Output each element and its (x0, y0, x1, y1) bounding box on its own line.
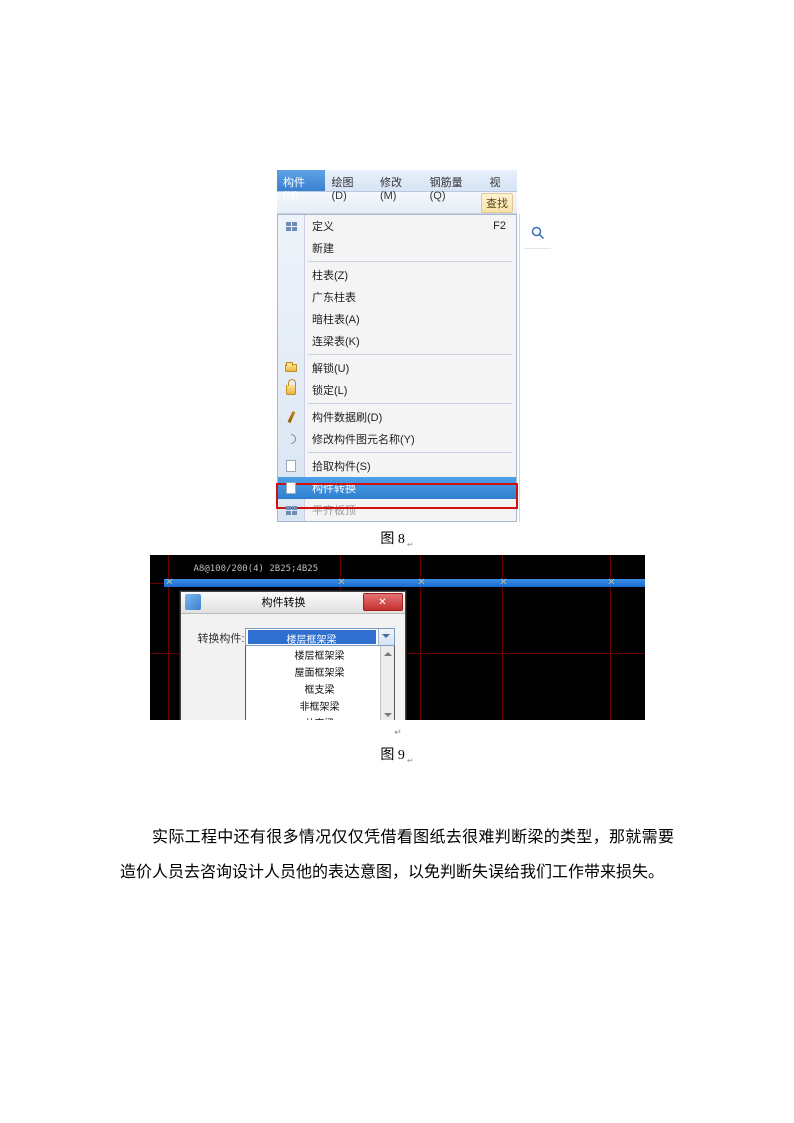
search-icon[interactable] (529, 224, 547, 242)
beam-annotation: A8@100/200(4) 2B25;4B25 (194, 564, 319, 574)
combo-selected: 楼层框架梁 (248, 630, 376, 644)
menu-item-rename[interactable]: 修改构件图元名称(Y) (278, 428, 516, 450)
menu-item-pick[interactable]: 拾取构件(S) (278, 455, 516, 477)
combo-option[interactable]: 屋面框架梁 (246, 663, 394, 680)
menu-item-new[interactable]: 新建 (278, 237, 516, 259)
figure-9-caption: 图 9 (120, 744, 674, 765)
document-icon (278, 482, 304, 494)
body-paragraph: 实际工程中还有很多情况仅仅凭借看图纸去很难判断梁的类型，那就需要造价人员去咨询设… (120, 820, 674, 890)
figure-9-screenshot: A8@100/200(4) 2B25;4B25 × × × × × 构件转换 ✕… (150, 555, 645, 720)
menubar-item-modify[interactable]: 修改(M) (374, 170, 424, 191)
menubar-item-draw[interactable]: 绘图(D) (325, 170, 373, 191)
menu-item-unlock[interactable]: 解锁(U) (278, 357, 516, 379)
menu-separator (308, 452, 512, 453)
beam-element[interactable] (164, 579, 645, 587)
right-sidebar (519, 214, 555, 522)
combo-option[interactable]: 楼层框架梁 (246, 646, 394, 663)
field-label: 转换构件: (191, 628, 245, 646)
document-icon (278, 460, 304, 472)
wrench-icon (278, 434, 304, 444)
grid-icon (278, 222, 304, 231)
menu-separator (308, 354, 512, 355)
toolbar-row: 查找 (277, 192, 517, 214)
menubar-item-component[interactable]: 构件(N) (277, 170, 325, 191)
menu-item-data-brush[interactable]: 构件数据刷(D) (278, 406, 516, 428)
brush-icon (278, 411, 304, 423)
menubar: 构件(N) 绘图(D) 修改(M) 钢筋量(Q) 视图 (277, 170, 517, 192)
dialog-title: 构件转换 (205, 594, 363, 610)
menu-item-align-slab: 平齐板顶 (278, 499, 516, 521)
chevron-down-icon[interactable] (378, 629, 394, 645)
menu-item-define[interactable]: 定义F2 (278, 215, 516, 237)
dialog-titlebar[interactable]: 构件转换 ✕ (181, 592, 405, 614)
folder-icon (278, 364, 304, 372)
menu-separator (308, 261, 512, 262)
combo-option[interactable]: 非框架梁 (246, 697, 394, 714)
figure-8-caption: 图 8 (120, 528, 674, 549)
menu-item-convert[interactable]: 构件转换 (278, 477, 516, 499)
grid-icon (278, 506, 304, 515)
lock-icon (278, 385, 304, 395)
menu-item-coupling-beam-table[interactable]: 连梁表(K) (278, 330, 516, 352)
menu-item-gd-column-table[interactable]: 广东柱表 (278, 286, 516, 308)
menu-separator (308, 403, 512, 404)
menu-item-column-table[interactable]: 柱表(Z) (278, 264, 516, 286)
combo-option[interactable]: 框支梁 (246, 680, 394, 697)
combo-option[interactable]: 井字梁 (246, 714, 394, 720)
menu-item-lock[interactable]: 锁定(L) (278, 379, 516, 401)
figure-8-screenshot: 构件(N) 绘图(D) 修改(M) 钢筋量(Q) 视图 查找 定义F2 新建 柱… (277, 170, 517, 522)
search-button[interactable]: 查找 (481, 193, 513, 213)
convert-dialog: 构件转换 ✕ 转换构件: 楼层框架梁 楼层框架梁 屋 (180, 591, 406, 720)
menu-item-hidden-column-table[interactable]: 暗柱表(A) (278, 308, 516, 330)
close-button[interactable]: ✕ (363, 593, 403, 611)
convert-combo[interactable]: 楼层框架梁 楼层框架梁 屋面框架梁 框支梁 非框架梁 井字梁 基础主梁 连梁 (245, 628, 395, 720)
scrollbar[interactable] (380, 646, 394, 720)
page: 构件(N) 绘图(D) 修改(M) 钢筋量(Q) 视图 查找 定义F2 新建 柱… (0, 0, 794, 890)
menubar-item-view[interactable]: 视图 (483, 170, 517, 191)
app-icon (185, 594, 201, 610)
menubar-item-rebar[interactable]: 钢筋量(Q) (424, 170, 484, 191)
dropdown-menu: 定义F2 新建 柱表(Z) 广东柱表 暗柱表(A) 连梁表(K) 解锁(U) 锁… (277, 214, 517, 522)
combo-dropdown[interactable]: 楼层框架梁 屋面框架梁 框支梁 非框架梁 井字梁 基础主梁 连梁 暗梁 (245, 646, 395, 720)
